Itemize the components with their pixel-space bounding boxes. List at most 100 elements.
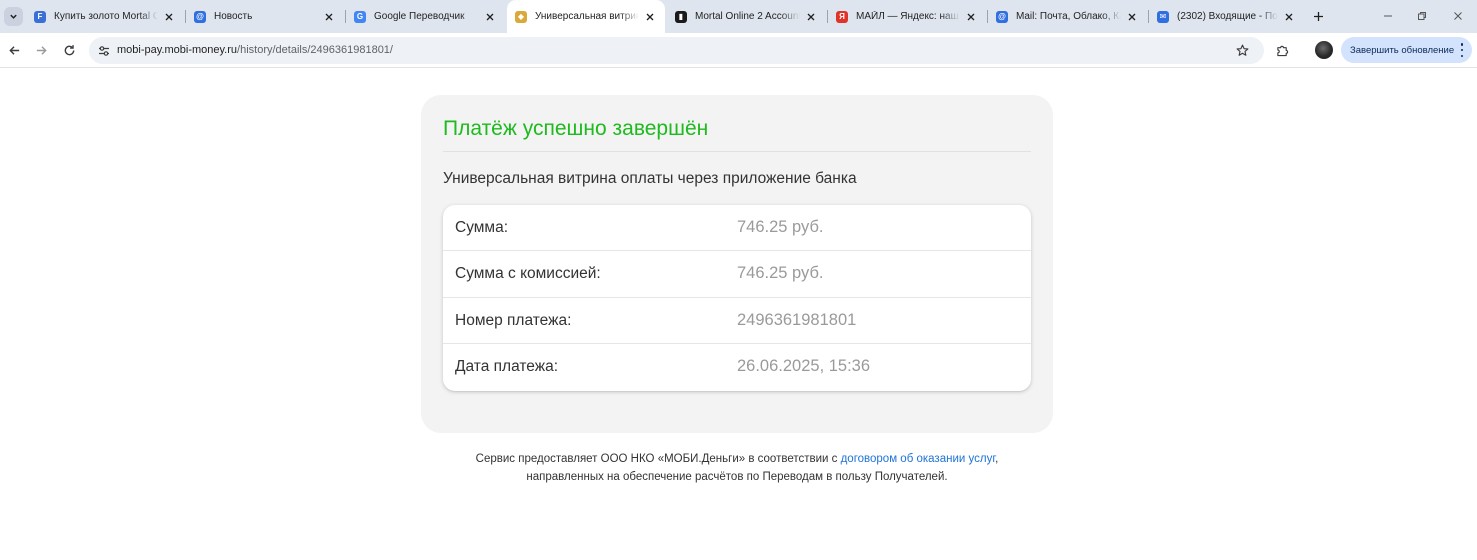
browser-tab[interactable]: G Google Переводчик — [346, 0, 505, 33]
chevron-down-icon — [10, 14, 17, 19]
star-icon — [1236, 44, 1249, 56]
reload-icon — [64, 44, 74, 55]
browser-tab-strip: F Купить золото Mortal Online 2 @ Новость GG… — [0, 0, 1477, 33]
close-icon — [1128, 13, 1136, 20]
bookmark-button[interactable] — [1234, 42, 1251, 59]
minimize-button[interactable] — [1380, 8, 1396, 24]
browser-tab[interactable]: F Купить золото Mortal Online 2 — [26, 0, 184, 33]
close-icon — [486, 13, 494, 20]
legal-footer: Сервис предоставляет ООО НКО «МОБИ.Деньг… — [421, 450, 1053, 486]
detail-value: 2496361981801 — [737, 310, 857, 329]
tab-title: Mortal Online 2 Account — [695, 11, 800, 22]
payment-result-card: Платёж успешно завершён Универсальная ви… — [421, 95, 1053, 433]
detail-row-payment-number: Номер платежа: 2496361981801 — [443, 298, 1031, 344]
at-mail-icon: @ — [194, 10, 206, 23]
page-subtitle: Универсальная витрина оплаты через прило… — [443, 170, 857, 187]
more-vert-icon — [1460, 43, 1464, 57]
close-icon — [967, 13, 975, 20]
detail-label: Сумма с комиссией: — [455, 265, 601, 283]
tab-close-button[interactable] — [322, 10, 336, 24]
detail-value: 746.25 руб. — [737, 218, 824, 236]
mortal-online-icon: ▮ — [675, 10, 687, 23]
finish-update-label: Завершить обновление — [1350, 44, 1455, 56]
profile-avatar[interactable] — [1315, 41, 1333, 59]
tab-separator — [987, 10, 988, 23]
tab-title: МАЙЛ — Яндекс: нашлось — [856, 11, 960, 22]
close-icon — [646, 13, 654, 20]
tab-separator — [345, 10, 346, 23]
footer-line-2: направленных на обеспечение расчётов по … — [526, 471, 948, 483]
finish-update-button[interactable]: Завершить обновление — [1341, 37, 1472, 63]
url-text: mobi-pay.mobi-money.ru/history/details/2… — [117, 44, 393, 56]
reload-button[interactable] — [60, 41, 78, 59]
browser-tab[interactable]: Я МАЙЛ — Яндекс: нашлось — [828, 0, 986, 33]
close-icon — [807, 13, 815, 20]
tab-title: Mail: Почта, Облако, Календарь — [1016, 11, 1121, 22]
tab-separator — [1148, 10, 1149, 23]
tab-close-button[interactable] — [804, 10, 818, 24]
footer-line-1: Сервис предоставляет ООО НКО «МОБИ.Деньг… — [421, 450, 1053, 468]
detail-value: 26.06.2025, 15:36 — [737, 356, 871, 375]
payment-details-table: Сумма: 746.25 руб. Сумма с комиссией: 74… — [443, 205, 1031, 391]
url-host: mobi-pay.mobi-money.ru — [117, 44, 238, 56]
tab-close-button[interactable] — [643, 10, 657, 24]
tab-close-button[interactable] — [483, 10, 497, 24]
detail-label: Сумма: — [455, 219, 509, 236]
site-info-button[interactable] — [95, 42, 112, 59]
detail-row-amount-with-fee: Сумма с комиссией: 746.25 руб. — [443, 251, 1031, 298]
service-agreement-link[interactable]: договором об оказании услуг — [841, 453, 996, 465]
letter-f-icon: F — [34, 10, 46, 23]
page-title: Платёж успешно завершён — [443, 117, 709, 140]
browser-tab[interactable]: ✉ (2302) Входящие - Почта — [1149, 0, 1304, 33]
tab-close-button[interactable] — [162, 10, 176, 24]
arrow-right-icon — [36, 45, 47, 55]
footer-text-after: , — [995, 453, 999, 465]
tab-title: (2302) Входящие - Почта — [1177, 11, 1278, 22]
yandex-icon: Я — [836, 10, 848, 23]
at-mail-icon: @ — [996, 10, 1008, 23]
plus-icon — [1314, 12, 1323, 21]
title-divider — [443, 151, 1031, 152]
tab-close-button[interactable] — [964, 10, 978, 24]
tab-title: Купить золото Mortal Online 2 — [54, 11, 158, 22]
detail-row-payment-date: Дата платежа: 26.06.2025, 15:36 — [443, 344, 1031, 390]
tab-title: Универсальная витрина оплаты — [535, 11, 639, 22]
mail-envelope-icon: ✉ — [1157, 10, 1169, 23]
browser-tab[interactable]: ◆ Универсальная витрина оплаты — [507, 0, 665, 33]
browser-tab[interactable]: @ Mail: Почта, Облако, Календарь — [988, 0, 1147, 33]
detail-label: Дата платежа: — [455, 357, 559, 375]
tab-title: Google Переводчик — [374, 11, 465, 22]
browser-toolbar: mobi-pay.mobi-money.ru/history/details/2… — [0, 33, 1477, 68]
close-icon — [1454, 12, 1462, 20]
detail-row-amount: Сумма: 746.25 руб. — [443, 205, 1031, 252]
address-bar[interactable]: mobi-pay.mobi-money.ru/history/details/2… — [89, 37, 1264, 64]
close-icon — [1285, 13, 1293, 20]
close-window-button[interactable] — [1450, 8, 1466, 24]
tune-icon — [98, 45, 109, 56]
tab-search-button[interactable] — [4, 7, 23, 26]
browser-tab[interactable]: ▮ Mortal Online 2 Account — [667, 0, 826, 33]
tab-close-button[interactable] — [1125, 10, 1139, 24]
mobi-money-icon: ◆ — [515, 10, 527, 23]
puzzle-icon — [1276, 45, 1288, 56]
footer-text-before: Сервис предоставляет ООО НКО «МОБИ.Деньг… — [475, 453, 841, 465]
restore-button[interactable] — [1414, 8, 1430, 24]
google-translate-icon: G — [354, 10, 366, 23]
detail-label: Номер платежа: — [455, 311, 572, 329]
arrow-left-icon — [8, 45, 19, 55]
close-icon — [165, 13, 173, 20]
detail-value: 746.25 руб. — [737, 264, 824, 283]
close-icon — [325, 13, 333, 20]
tab-title: Новость — [214, 11, 253, 22]
restore-icon — [1418, 12, 1426, 20]
tab-separator — [827, 10, 828, 23]
url-path: /history/details/2496361981801/ — [237, 44, 393, 56]
minimize-icon — [1384, 15, 1392, 17]
tab-close-button[interactable] — [1282, 10, 1296, 24]
new-tab-button[interactable] — [1310, 8, 1327, 25]
forward-button[interactable] — [32, 41, 50, 59]
extensions-button[interactable] — [1273, 41, 1291, 59]
browser-tab[interactable]: @ Новость — [186, 0, 344, 33]
back-button[interactable] — [5, 41, 23, 59]
tab-separator — [185, 10, 186, 23]
